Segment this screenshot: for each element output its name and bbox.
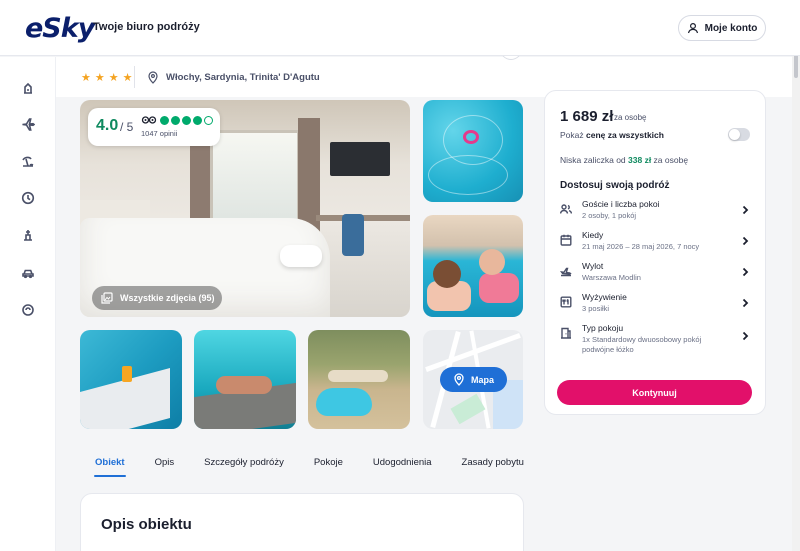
car-icon[interactable] [19, 263, 37, 281]
location-pin-icon [148, 71, 158, 84]
meal-icon [560, 295, 572, 308]
tripadvisor-owl-icon [141, 116, 157, 124]
dates-label: Kiedy [582, 230, 604, 240]
deposit-amount: 338 zł [628, 155, 652, 165]
dates-row[interactable]: Kiedy 21 maj 2026 – 28 maj 2026, 7 nocy [560, 230, 754, 256]
tab-opis[interactable]: Opis [140, 450, 190, 474]
departure-row[interactable]: Wylot Warszawa Modlin [559, 261, 754, 287]
map-button[interactable]: Mapa [440, 367, 507, 392]
pool-children-photo[interactable] [423, 215, 523, 317]
gallery-icon [101, 292, 113, 304]
chevron-right-icon [740, 328, 750, 341]
room-type-row[interactable]: Typ pokoju 1x Standardowy dwuosobowy pok… [560, 323, 754, 361]
chevron-right-icon [740, 264, 750, 277]
star-icon: ★ [108, 72, 119, 84]
star-icon: ★ [122, 72, 133, 84]
map-pin-icon [454, 373, 464, 386]
departure-value: Warszawa Modlin [582, 273, 641, 282]
rating-bubble-filled [193, 116, 202, 125]
rating-scale: / 5 [120, 120, 134, 134]
continue-button[interactable]: Kontynuuj [557, 380, 752, 405]
description-title: Opis obiektu [101, 516, 192, 533]
rating-bubble-filled [182, 116, 191, 125]
dates-value: 21 maj 2026 – 28 maj 2026, 7 nocy [582, 242, 700, 251]
room-icon [560, 326, 572, 339]
logo-text: eSky [25, 12, 95, 44]
tab-szczegoly-podrozy[interactable]: Szczegóły podróży [189, 450, 299, 474]
resort-aerial-photo[interactable] [308, 330, 410, 429]
guests-label: Goście i liczba pokoi [582, 199, 660, 209]
calendar-icon [560, 233, 572, 246]
my-account-label: Moje konto [704, 22, 758, 34]
price-per-person: za osobę [614, 113, 647, 122]
meal-value: 3 posiłki [582, 304, 610, 313]
booking-panel: 1 689 zł za osobę Pokaż cenę za wszystki… [544, 90, 766, 415]
holiday-icon[interactable] [19, 226, 37, 244]
sun-icon[interactable] [19, 301, 37, 319]
beach-icon[interactable] [19, 152, 37, 170]
rating-bubble-filled [171, 116, 180, 125]
show-total-price-label: Pokaż cenę za wszystkich [560, 130, 664, 140]
guests-rooms-row[interactable]: Goście i liczba pokoi 2 osoby, 1 pokój [559, 199, 754, 225]
room-type-value: 1x Standardowy dwuosobowy pokój podwójne… [582, 335, 702, 354]
room-type-label: Typ pokoju [582, 323, 624, 333]
pool-aerial-photo[interactable] [423, 100, 523, 202]
hotel-icon[interactable] [19, 79, 37, 97]
tab-obiekt[interactable]: Obiekt [80, 450, 140, 477]
hotel-star-rating: ★ ★ ★ ★ [81, 71, 133, 84]
departure-icon [559, 264, 572, 277]
friends-pool-photo[interactable] [194, 330, 296, 429]
deposit-prefix: Niska zaliczka od [560, 155, 629, 165]
tab-pokoje[interactable]: Pokoje [299, 450, 358, 474]
rating-value: 4.0 [96, 117, 119, 134]
deposit-info: Niska zaliczka od 338 zł za osobę [560, 155, 688, 165]
chevron-right-icon [740, 233, 750, 246]
all-photos-button[interactable]: Wszystkie zdjęcia (95) [92, 286, 222, 310]
star-icon: ★ [94, 72, 105, 84]
guests-value: 2 osoby, 1 pokój [582, 211, 637, 220]
tagline: Twoje biuro podróży [93, 21, 200, 33]
esky-logo[interactable]: eSky [25, 12, 95, 44]
customize-title: Dostosuj swoją podróż [560, 180, 670, 191]
show-total-prefix: Pokaż [560, 130, 586, 140]
chevron-right-icon [740, 202, 750, 215]
rating-bubble-filled [160, 116, 169, 125]
guests-icon [559, 202, 573, 214]
top-header: eSky Twoje biuro podróży Moje konto [0, 0, 800, 56]
left-sidebar [0, 57, 56, 551]
total-price-toggle[interactable] [728, 128, 750, 141]
meal-plan-row[interactable]: Wyżywienie 3 posiłki [560, 292, 754, 318]
description-card: Opis obiektu [80, 493, 524, 551]
star-icon: ★ [81, 72, 91, 84]
user-icon [687, 22, 698, 34]
page-scrollbar[interactable] [792, 0, 800, 551]
reviews-count: 1047 opinii [141, 129, 178, 138]
deposit-suffix: za osobę [651, 155, 689, 165]
meal-label: Wyżywienie [582, 292, 627, 302]
departure-label: Wylot [582, 261, 604, 271]
all-photos-label: Wszystkie zdjęcia (95) [120, 293, 215, 303]
divider [134, 66, 135, 88]
rating-bubbles [160, 116, 213, 125]
location-text: Włochy, Sardynia, Trinita' D'Agutu [166, 72, 320, 83]
price: 1 689 zł [560, 108, 614, 125]
tab-zasady-pobytu[interactable]: Zasady pobytu [447, 450, 539, 474]
rating-bubble-empty [204, 116, 213, 125]
show-total-bold: cenę za wszystkich [586, 130, 664, 140]
my-account-button[interactable]: Moje konto [678, 15, 766, 41]
chevron-right-icon [740, 295, 750, 308]
map-label: Mapa [470, 374, 494, 385]
poolside-drink-photo[interactable] [80, 330, 182, 429]
tab-udogodnienia[interactable]: Udogodnienia [358, 450, 447, 474]
tripadvisor-rating-card[interactable]: 4.0 / 5 1047 opinii [88, 108, 220, 146]
plane-icon[interactable] [19, 115, 37, 133]
clock-icon[interactable] [19, 189, 37, 207]
hotel-tabs: Obiekt Opis Szczegóły podróży Pokoje Udo… [80, 450, 539, 480]
hotel-location[interactable]: Włochy, Sardynia, Trinita' D'Agutu [147, 71, 320, 84]
